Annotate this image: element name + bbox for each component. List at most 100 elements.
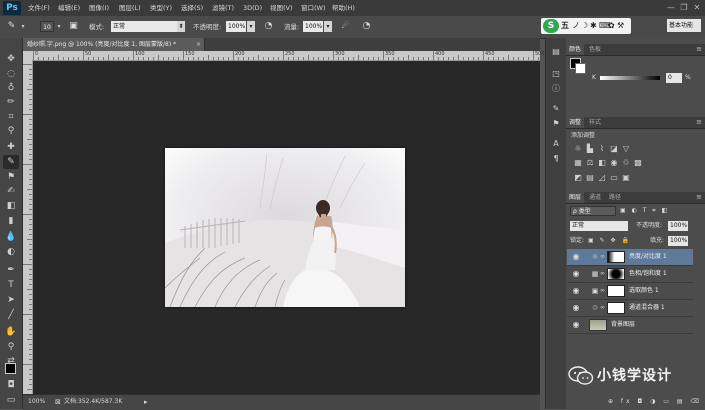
brush-size-preview[interactable]: 10 bbox=[40, 21, 54, 32]
dodge-tool-icon[interactable]: ◐ bbox=[3, 245, 19, 259]
menu-edit[interactable]: 编辑(E) bbox=[58, 0, 80, 16]
brush-tool-icon[interactable]: ✎ bbox=[3, 155, 19, 169]
opacity-input[interactable]: 100% bbox=[226, 21, 246, 32]
layer-opacity-input[interactable]: 100% bbox=[668, 221, 688, 231]
eyedropper-tool-icon[interactable]: ⚲ bbox=[3, 124, 19, 138]
invert-icon[interactable]: ◩ bbox=[572, 173, 584, 183]
link-icon[interactable]: ∞ bbox=[600, 286, 606, 296]
threshold-icon[interactable]: ◿ bbox=[596, 173, 608, 183]
layer-mask-thumbnail[interactable] bbox=[607, 268, 625, 280]
properties-panel-icon[interactable]: ◳ bbox=[550, 68, 562, 80]
mode-dropdown-icon[interactable]: ⬍ bbox=[177, 21, 185, 32]
tool-preset-dropdown-icon[interactable]: ▾ bbox=[19, 21, 27, 32]
tab-color[interactable]: 颜色 bbox=[566, 44, 585, 55]
tab-swatches[interactable]: 色板 bbox=[586, 44, 604, 55]
ime-logo[interactable]: S bbox=[543, 19, 559, 33]
color-background-swatch[interactable] bbox=[575, 63, 586, 74]
tab-paths[interactable]: 路径 bbox=[606, 192, 624, 203]
eye-icon[interactable]: ◉ bbox=[571, 269, 581, 279]
ime-punct-icon[interactable]: ノ bbox=[572, 19, 580, 33]
blend-mode-select[interactable]: 正常 bbox=[570, 221, 628, 231]
mode-select[interactable]: 正常 bbox=[111, 21, 177, 32]
move-tool-icon[interactable]: ✥ bbox=[3, 52, 19, 66]
link-icon[interactable]: ∞ bbox=[600, 303, 606, 313]
airbrush-icon[interactable]: ☄ bbox=[339, 20, 352, 33]
tab-layers[interactable]: 图层 bbox=[566, 192, 585, 203]
blur-tool-icon[interactable]: 💧 bbox=[3, 230, 19, 244]
menu-file[interactable]: 文件(F) bbox=[28, 0, 50, 16]
layer-filter-select[interactable]: ρ 类型 bbox=[570, 206, 616, 216]
close-window-icon[interactable]: ✕ bbox=[692, 3, 702, 12]
flow-dropdown-icon[interactable]: ▾ bbox=[324, 21, 332, 32]
layer-row[interactable]: ◉ ▦ ∞ 色相/饱和度 1 bbox=[567, 266, 693, 283]
paragraph-panel-icon[interactable]: ¶ bbox=[550, 153, 562, 165]
path-select-tool-icon[interactable]: ➤ bbox=[3, 293, 19, 307]
tab-styles[interactable]: 样式 bbox=[586, 117, 604, 128]
color-lookup-icon[interactable]: ▩ bbox=[632, 158, 644, 168]
eye-icon[interactable]: ◉ bbox=[571, 252, 581, 262]
ime-moon-icon[interactable]: ☽ bbox=[581, 19, 588, 33]
layer-row[interactable]: ◉ ▣ ∞ 选取颜色 1 bbox=[567, 283, 693, 300]
link-icon[interactable]: ∞ bbox=[600, 269, 606, 279]
flow-input[interactable]: 100% bbox=[303, 21, 323, 32]
layer-name[interactable]: 选取颜色 1 bbox=[629, 283, 659, 299]
brush-tool-icon[interactable]: ✎ bbox=[5, 20, 18, 33]
vibrance-icon[interactable]: ▽ bbox=[620, 144, 632, 154]
layer-filter-icons[interactable]: ▣ ◐ T ⌗ ◧ bbox=[620, 205, 669, 216]
eye-icon[interactable]: ◉ bbox=[571, 303, 581, 313]
ime-skin-icon[interactable]: ✿ bbox=[608, 19, 615, 33]
ime-mode[interactable]: 五 bbox=[561, 19, 569, 33]
layer-name[interactable]: 亮度/对比度 1 bbox=[629, 249, 667, 265]
pressure-opacity-icon[interactable]: ◔ bbox=[262, 20, 275, 33]
layer-mask-thumbnail[interactable] bbox=[607, 302, 625, 314]
minimize-icon[interactable]: — bbox=[666, 3, 676, 12]
crop-tool-icon[interactable]: ⌗ bbox=[3, 110, 19, 124]
gradient-map-icon[interactable]: ▭ bbox=[608, 173, 620, 183]
history-panel-icon[interactable]: ▤ bbox=[550, 46, 562, 58]
panel-menu-icon[interactable]: ≡ bbox=[696, 44, 702, 55]
healing-tool-icon[interactable]: ✚ bbox=[3, 140, 19, 154]
menu-type[interactable]: 类型(Y) bbox=[150, 0, 172, 16]
marquee-tool-icon[interactable]: ◌ bbox=[3, 67, 19, 81]
brightness-icon[interactable]: ☼ bbox=[572, 144, 584, 154]
color-value-input[interactable]: 0 bbox=[666, 73, 682, 83]
pressure-size-icon[interactable]: ◔ bbox=[360, 20, 373, 33]
menu-filter[interactable]: 滤镜(T) bbox=[212, 0, 234, 16]
menu-help[interactable]: 帮助(H) bbox=[332, 0, 355, 16]
zoom-tool-icon[interactable]: ⚲ bbox=[3, 340, 19, 354]
status-menu-icon[interactable]: ▸ bbox=[144, 397, 148, 407]
color-slider[interactable] bbox=[600, 76, 660, 80]
black-white-icon[interactable]: ◧ bbox=[596, 158, 608, 168]
stamp-tool-icon[interactable]: ⚑ bbox=[3, 170, 19, 184]
pen-tool-icon[interactable]: ✒ bbox=[3, 263, 19, 277]
fill-input[interactable]: 100% bbox=[668, 236, 688, 246]
brush-picker-dropdown-icon[interactable]: ▾ bbox=[55, 21, 63, 32]
character-panel-icon[interactable]: A bbox=[550, 138, 562, 150]
canvas-image[interactable] bbox=[165, 148, 405, 307]
levels-icon[interactable]: ▙ bbox=[584, 144, 596, 154]
layer-mask-thumbnail[interactable] bbox=[607, 285, 625, 297]
color-balance-icon[interactable]: ⚖ bbox=[584, 158, 596, 168]
panel-menu-icon[interactable]: ≡ bbox=[696, 192, 702, 203]
menu-image[interactable]: 图像(I) bbox=[89, 0, 109, 16]
layer-mask-thumbnail[interactable] bbox=[607, 251, 625, 263]
layer-row[interactable]: ◉ ♲ ∞ 通道混合器 1 bbox=[567, 300, 693, 317]
hue-sat-icon[interactable]: ▦ bbox=[572, 158, 584, 168]
layer-name[interactable]: 色相/饱和度 1 bbox=[629, 266, 667, 282]
screen-mode-icon[interactable]: ▭ bbox=[3, 393, 19, 407]
ime-tools-icon[interactable]: ⚒ bbox=[617, 19, 624, 33]
history-brush-tool-icon[interactable]: ✍ bbox=[3, 184, 19, 198]
eye-icon[interactable]: ◉ bbox=[571, 286, 581, 296]
ime-star-icon[interactable]: ✱ bbox=[590, 19, 597, 33]
channel-mixer-icon[interactable]: ♲ bbox=[620, 158, 632, 168]
hand-tool-icon[interactable]: ✋ bbox=[3, 325, 19, 339]
foreground-color-swatch[interactable] bbox=[5, 363, 16, 374]
lock-icons[interactable]: ▣ ✎ ✥ 🔒 bbox=[588, 235, 631, 246]
clone-source-icon[interactable]: ⚑ bbox=[550, 118, 562, 130]
photo-filter-icon[interactable]: ◉ bbox=[608, 158, 620, 168]
opacity-dropdown-icon[interactable]: ▾ bbox=[247, 21, 255, 32]
lasso-tool-icon[interactable]: ♁ bbox=[3, 81, 19, 95]
panel-menu-icon[interactable]: ≡ bbox=[696, 117, 702, 128]
gradient-tool-icon[interactable]: ▮ bbox=[3, 214, 19, 228]
shape-tool-icon[interactable]: ╱ bbox=[3, 308, 19, 322]
